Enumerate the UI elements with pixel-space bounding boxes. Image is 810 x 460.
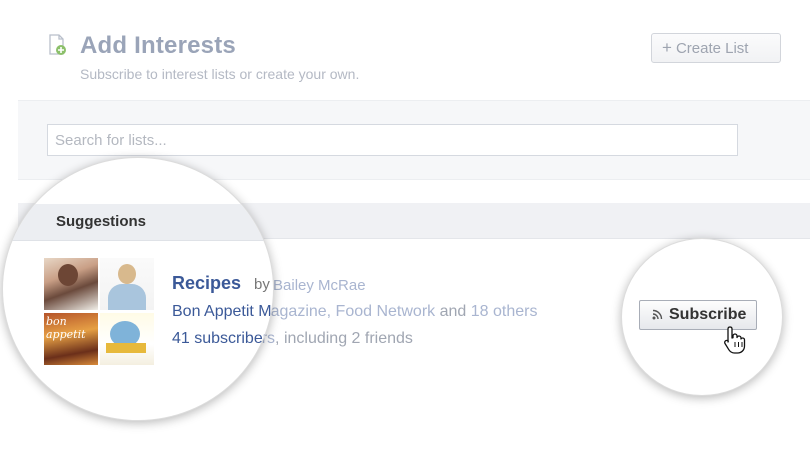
list-thumbnail (100, 313, 154, 365)
suggestions-heading: Suggestions (56, 213, 147, 230)
magnified-subscribers: 41 subscribers (172, 330, 273, 348)
create-list-label: Create List (675, 40, 749, 57)
add-interest-icon (49, 34, 66, 55)
magnified-subscribers-link[interactable]: 41 subscribers (172, 330, 273, 347)
create-list-button[interactable]: + Create List (651, 33, 781, 63)
list-thumbnail: bon appetit (44, 313, 98, 365)
plus-icon: + (662, 38, 672, 57)
hand-cursor-icon (724, 326, 746, 354)
list-thumbnail (44, 258, 98, 310)
magnifier-right: Subscribe (621, 238, 783, 396)
subscribe-label: Subscribe (669, 306, 747, 323)
sources-and: and (439, 303, 467, 320)
sources-others-link[interactable]: 18 others (471, 303, 538, 320)
list-thumbnail (100, 258, 154, 310)
author-link[interactable]: Bailey McRae (273, 277, 366, 294)
search-input[interactable] (47, 124, 738, 156)
page-title: Add Interests (80, 32, 236, 59)
magnifier-left: Suggestions bon appetit Recipes by Bon A… (2, 157, 274, 421)
magnified-by-label: by (254, 276, 270, 293)
header: Add Interests Subscribe to interest list… (0, 0, 810, 100)
friends-text: , including 2 friends (275, 330, 413, 347)
magnified-sources[interactable]: Bon Appetit Magazine, Food Network (172, 303, 273, 321)
thumbnail-text: bon appetit (46, 315, 86, 341)
rss-icon (652, 310, 663, 320)
page-subtitle: Subscribe to interest lists or create yo… (80, 66, 360, 82)
magnified-list-title[interactable]: Recipes (172, 273, 241, 294)
